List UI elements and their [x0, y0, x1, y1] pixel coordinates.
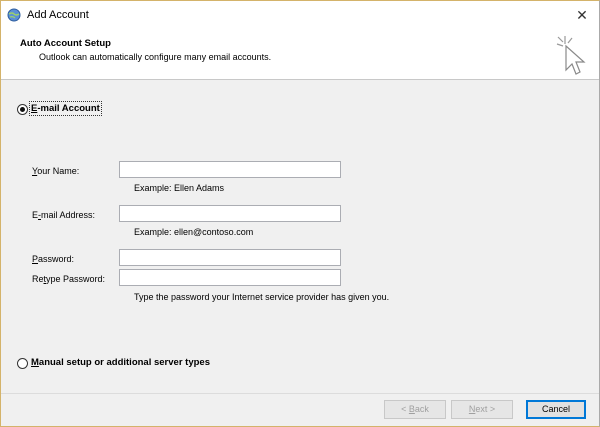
your-name-input[interactable]: [119, 161, 341, 178]
close-icon: ✕: [576, 7, 588, 23]
add-account-dialog: Add Account ✕ Auto Account Setup Outlook…: [0, 0, 600, 427]
email-account-label[interactable]: E-mail Account: [29, 101, 102, 116]
cancel-button[interactable]: Cancel: [526, 400, 586, 419]
email-address-input[interactable]: [119, 205, 341, 222]
your-name-hint: Example: Ellen Adams: [134, 183, 225, 193]
password-label: Password:: [32, 254, 75, 264]
password-hint: Type the password your Internet service …: [134, 292, 390, 302]
email-address-hint: Example: ellen@contoso.com: [134, 227, 254, 237]
retype-password-input[interactable]: [119, 269, 341, 286]
your-name-label: Your Name:: [32, 166, 80, 176]
back-button[interactable]: < Back: [384, 400, 446, 419]
retype-password-label: Retype Password:: [32, 274, 106, 284]
next-button[interactable]: Next >: [451, 400, 513, 419]
header-subtitle: Outlook can automatically configure many…: [39, 52, 272, 62]
manual-setup-radio[interactable]: [17, 358, 28, 369]
title-bar: Add Account ✕: [1, 1, 599, 30]
email-address-label: E-mail Address:: [32, 210, 96, 220]
outlook-globe-icon: [7, 8, 21, 22]
header-title: Auto Account Setup: [20, 38, 111, 49]
cursor-sparkle-icon: [556, 36, 586, 75]
window-title: Add Account: [27, 9, 89, 21]
manual-setup-label[interactable]: Manual setup or additional server types: [31, 357, 210, 368]
close-button[interactable]: ✕: [571, 5, 593, 25]
email-account-radio[interactable]: [17, 104, 28, 115]
password-input[interactable]: [119, 249, 341, 266]
footer-divider: [1, 393, 599, 394]
header-panel: Auto Account Setup Outlook can automatic…: [1, 30, 599, 80]
